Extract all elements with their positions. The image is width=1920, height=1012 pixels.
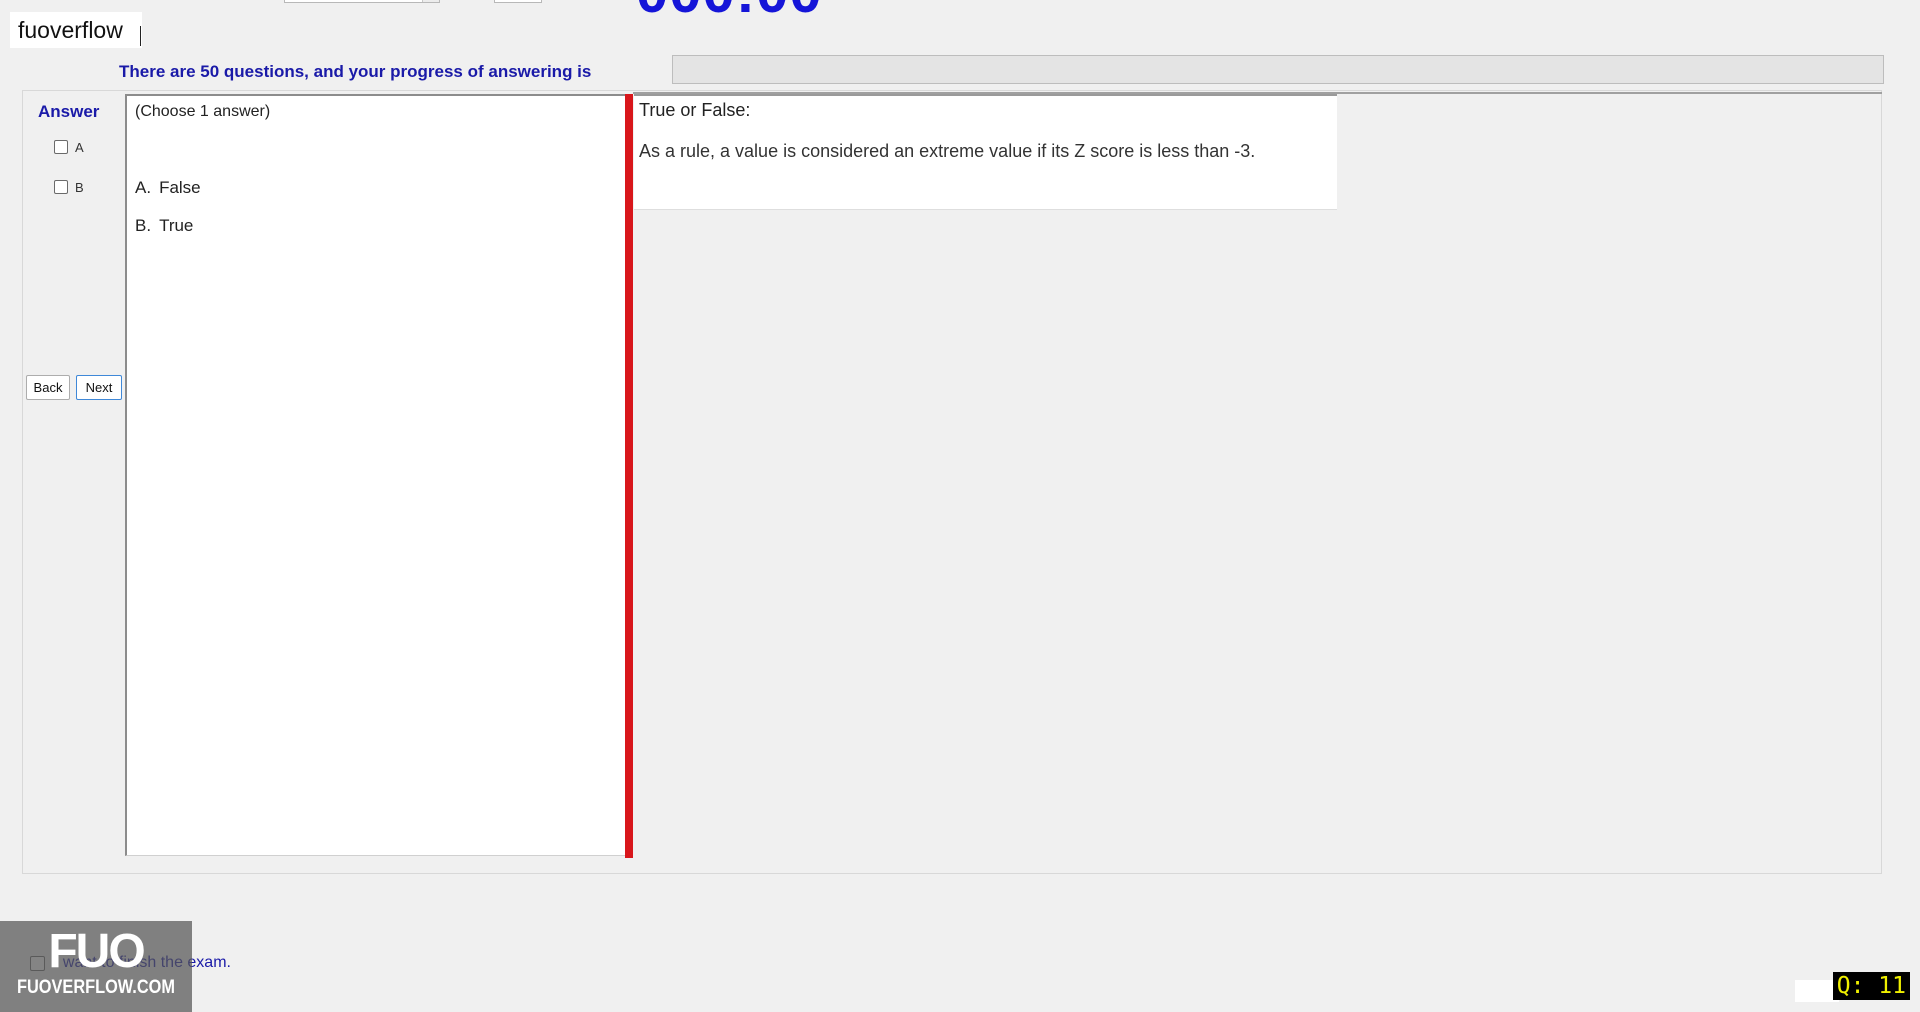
- answer-checkbox-a[interactable]: A: [54, 138, 84, 156]
- question-box: True or False: As a rule, a value is con…: [634, 94, 1337, 210]
- watermark-tag: fuoverflow: [10, 12, 142, 48]
- answer-option-text: True: [159, 216, 194, 235]
- answer-list-panel: (Choose 1 answer) A. False B. True: [125, 94, 627, 856]
- answer-option-letter: B.: [135, 216, 152, 235]
- answer-option-b: B. True: [135, 216, 193, 236]
- answer-option-a: A. False: [135, 178, 201, 198]
- question-type: True or False:: [639, 100, 751, 120]
- top-combo-box[interactable]: [284, 0, 440, 3]
- next-button[interactable]: Next: [76, 375, 122, 400]
- answer-checkbox-label: A: [75, 139, 84, 155]
- answer-option-letter: A.: [135, 178, 152, 197]
- back-button[interactable]: Back: [26, 375, 70, 400]
- answer-checkbox-label: B: [75, 179, 84, 195]
- top-small-box[interactable]: [494, 0, 542, 3]
- text-caret: [140, 26, 141, 46]
- panel-splitter[interactable]: [625, 94, 633, 858]
- exam-timer: 000:00: [636, 0, 823, 22]
- question-text: As a rule, a value is considered an extr…: [639, 141, 1256, 161]
- progress-label: There are 50 questions, and your progres…: [119, 62, 592, 81]
- answer-option-text: False: [159, 178, 201, 197]
- fuoverflow-logo: FUO FUOVERFLOW.COM: [0, 921, 192, 1012]
- progress-bar: [672, 55, 1884, 84]
- choose-hint: (Choose 1 answer): [135, 103, 271, 120]
- answer-heading: Answer: [38, 102, 100, 121]
- question-counter: Q: 11: [1832, 972, 1910, 1000]
- answer-checkbox-b[interactable]: B: [54, 178, 84, 196]
- checkbox-icon[interactable]: [54, 140, 68, 154]
- logo-mark: FUO: [48, 925, 145, 978]
- checkbox-icon[interactable]: [54, 180, 68, 194]
- logo-site: FUOVERFLOW.COM: [17, 977, 175, 998]
